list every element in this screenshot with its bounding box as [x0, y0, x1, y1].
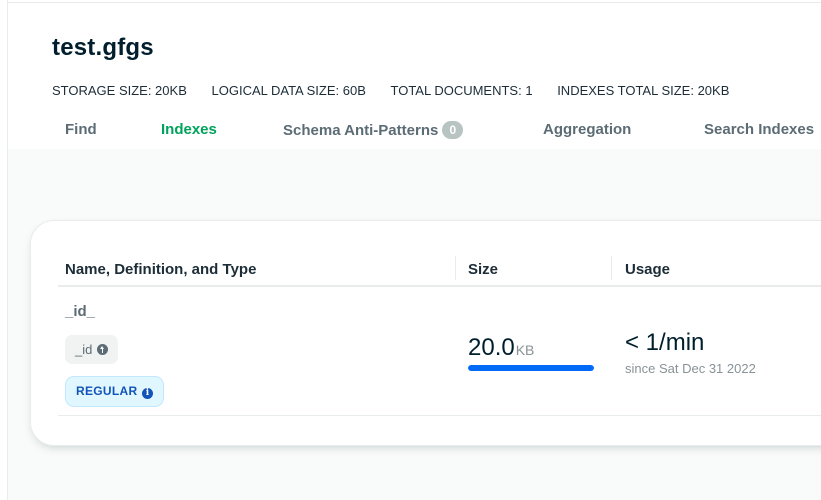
- tab-indexes[interactable]: Indexes: [161, 121, 217, 138]
- index-size-bar: [468, 365, 594, 371]
- total-documents-stat: TOTAL DOCUMENTS: 1: [390, 83, 533, 98]
- column-header-usage[interactable]: Usage: [625, 261, 670, 278]
- index-name: _id_: [65, 303, 96, 320]
- tab-schema-anti-patterns[interactable]: Schema Anti-Patterns 0: [283, 121, 464, 139]
- tab-indexes-label: Indexes: [161, 121, 217, 138]
- index-size-unit: KB: [515, 342, 535, 358]
- column-header-size[interactable]: Size: [468, 261, 498, 278]
- table-header-divider: [58, 285, 821, 287]
- index-size: 20.0KB: [468, 334, 534, 362]
- index-size-value: 20.0: [468, 334, 515, 361]
- column-header-name[interactable]: Name, Definition, and Type: [65, 261, 256, 278]
- storage-size-stat: STORAGE SIZE: 20KB: [52, 83, 187, 98]
- tab-search-indexes-label: Search Indexes: [704, 121, 815, 138]
- tab-find[interactable]: Find: [65, 121, 97, 138]
- anti-patterns-count-badge: 0: [442, 121, 464, 139]
- tab-schema-anti-patterns-label: Schema Anti-Patterns: [283, 122, 439, 139]
- tab-aggregation-label: Aggregation: [543, 121, 632, 138]
- tab-find-label: Find: [65, 121, 97, 138]
- index-size-bar-fill: [468, 365, 594, 371]
- info-icon[interactable]: i: [142, 388, 154, 399]
- column-divider: [455, 256, 456, 280]
- index-usage-since: since Sat Dec 31 2022: [625, 361, 756, 376]
- tab-aggregation[interactable]: Aggregation: [543, 121, 631, 138]
- index-usage-rate: < 1/min: [625, 329, 705, 356]
- logical-data-size-stat: LOGICAL DATA SIZE: 60B: [211, 83, 366, 98]
- collection-stats: STORAGE SIZE: 20KB LOGICAL DATA SIZE: 60…: [52, 83, 750, 98]
- tab-search-indexes[interactable]: Search Indexes: [704, 121, 814, 138]
- table-row-divider: [58, 415, 821, 416]
- index-type-badge[interactable]: REGULAR i: [65, 376, 165, 407]
- index-key-pill: _id: [65, 335, 118, 364]
- arrow-up-circle-icon: [96, 344, 108, 355]
- column-divider: [611, 256, 612, 280]
- index-type-label: REGULAR: [76, 384, 138, 398]
- indexes-total-size-stat: INDEXES TOTAL SIZE: 20KB: [557, 83, 730, 98]
- collection-title: test.gfgs: [52, 34, 154, 61]
- index-key-field: _id: [75, 342, 93, 357]
